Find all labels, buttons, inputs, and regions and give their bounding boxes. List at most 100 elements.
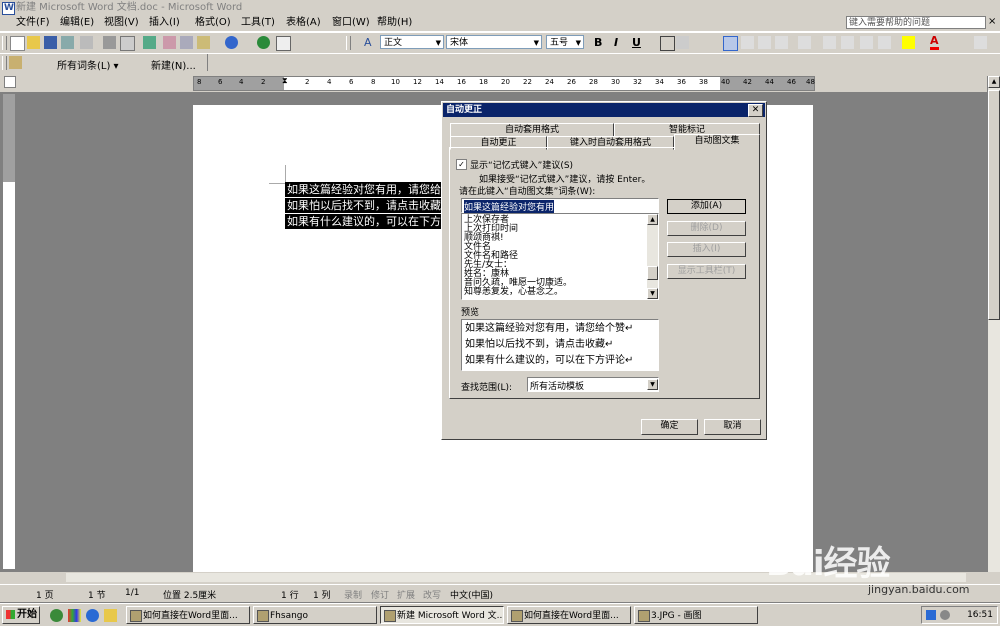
scroll-up-icon[interactable]: ▲ [647,214,658,225]
phonetic-guide-icon[interactable] [956,36,969,49]
menu-view[interactable]: 视图(V) [102,16,141,30]
numbering-icon[interactable] [823,36,836,49]
menu-tools[interactable]: 工具(T) [239,16,277,30]
status-extend[interactable]: 扩展 [397,588,415,601]
highlight-icon[interactable] [902,36,915,49]
horizontal-ruler[interactable]: 8 6 4 2 ⧗ 2 4 6 8 10 12 14 16 18 20 22 2… [193,76,815,91]
dialog-close-icon[interactable]: ✕ [748,104,763,117]
align-right-icon[interactable] [758,36,771,49]
view-buttons[interactable] [2,573,50,583]
email-icon[interactable] [80,36,93,49]
bold-button[interactable]: B [594,35,602,51]
tab-selector-icon[interactable] [4,76,16,88]
scrollbar-thumb[interactable] [988,90,1000,320]
delete-button[interactable]: 删除(D) [667,221,746,236]
scrollbar-thumb[interactable] [647,266,658,280]
char-scale-icon[interactable] [694,36,707,49]
all-entries-button[interactable]: 所有词条(L) ▾ [57,57,119,72]
close-document-icon[interactable]: × [988,16,996,27]
scroll-down-icon[interactable]: ▼ [647,288,658,299]
chevron-down-icon[interactable]: ▼ [647,379,658,390]
taskbar-item[interactable]: Fhsango [253,606,377,624]
status-track[interactable]: 修订 [371,588,389,601]
list-item[interactable]: 知尊恙复发，心甚念之。 [464,288,563,297]
help-question-input[interactable]: 键入需要帮助的问题 [846,16,986,29]
autotext-icon[interactable] [9,56,22,69]
taskbar-item[interactable]: 如何直接在Word里面... [507,606,631,624]
list-scrollbar[interactable]: ▲ ▼ [647,214,658,299]
menu-format[interactable]: 格式(O) [193,16,233,30]
new-document-icon[interactable] [10,36,25,51]
autotext-entry-input[interactable]: 如果这篇经验对您有用 [461,198,659,213]
paste-icon[interactable] [197,36,210,49]
decrease-indent-icon[interactable] [860,36,873,49]
taskbar-item-active[interactable]: 新建 Microsoft Word 文... [380,606,504,624]
menu-insert[interactable]: 插入(I) [147,16,182,30]
align-left-icon[interactable] [723,36,738,51]
quicklaunch-desktop-icon[interactable] [104,609,117,622]
volume-tray-icon[interactable] [940,610,950,620]
undo-icon[interactable] [225,36,238,49]
font-size-select[interactable]: 五号 ▼ [546,35,584,49]
print-icon[interactable] [103,36,116,49]
enclose-char-icon[interactable] [974,36,987,49]
quicklaunch-ie-icon[interactable] [86,609,99,622]
network-tray-icon[interactable] [926,610,936,620]
italic-button[interactable]: I [614,35,618,51]
menu-table[interactable]: 表格(A) [284,16,323,30]
cancel-button[interactable]: 取消 [704,419,761,435]
vertical-scrollbar[interactable]: ▲ [987,76,1000,576]
border-icon[interactable] [660,36,675,51]
cut-icon[interactable] [163,36,176,49]
menu-help[interactable]: 帮助(H) [375,16,414,30]
system-clock[interactable]: 16:51 [921,606,998,624]
justify-icon[interactable] [775,36,788,49]
menu-file[interactable]: 文件(F) [14,16,52,30]
scope-select[interactable]: 所有活动模板 ▼ [527,377,659,392]
font-select[interactable]: 宋体 ▼ [446,35,542,49]
line-spacing-icon[interactable] [798,36,811,49]
copy-icon[interactable] [180,36,193,49]
show-suggestion-checkbox[interactable]: ✓ [456,159,467,170]
save-icon[interactable] [44,36,57,49]
ok-button[interactable]: 确定 [641,419,698,435]
vertical-ruler[interactable] [2,93,16,570]
char-shading-icon[interactable] [676,36,689,49]
menu-window[interactable]: 窗口(W) [330,16,372,30]
align-center-icon[interactable] [741,36,754,49]
document-line[interactable]: 如果有什么建议的，可以在下方评论 [285,214,443,229]
quicklaunch-windows-icon[interactable] [68,609,81,622]
document-line[interactable]: 如果怕以后找不到，请点击收藏 [285,198,443,213]
spelling-icon[interactable] [143,36,156,49]
autotext-entry-list[interactable]: 上次保存者 上次打印时间 顺颂商祺! 文件名 文件名和路径 先生/女士： 姓名：… [461,213,659,300]
toolbar-grip[interactable] [2,36,7,50]
new-entry-button[interactable]: 新建(N)... [151,57,196,72]
quicklaunch-browser-icon[interactable] [50,609,63,622]
status-overtype[interactable]: 改写 [423,588,441,601]
insert-button[interactable]: 插入(I) [667,242,746,257]
show-toolbar-button[interactable]: 显示工具栏(T) [667,264,746,279]
font-color-button[interactable]: A [930,35,939,50]
start-button[interactable]: 开始 [2,606,40,624]
increase-indent-icon[interactable] [878,36,891,49]
indent-marker-icon[interactable]: ⧗ [282,76,288,86]
tab-autotext[interactable]: 自动图文集 [674,134,760,150]
toolbar-grip[interactable] [2,56,7,70]
table-icon[interactable] [276,36,291,51]
add-button[interactable]: 添加(A) [667,199,746,214]
style-select[interactable]: 正文 ▼ [380,35,444,49]
permission-icon[interactable] [61,36,74,49]
styles-icon[interactable]: A [364,36,377,49]
menu-edit[interactable]: 编辑(E) [58,16,96,30]
print-preview-icon[interactable] [120,36,135,51]
underline-button[interactable]: U [632,35,641,51]
taskbar-item[interactable]: 如何直接在Word里面... [126,606,250,624]
scroll-up-icon[interactable]: ▲ [988,76,1000,88]
hyperlink-icon[interactable] [257,36,270,49]
tab-autoformat[interactable]: 自动套用格式 [450,123,614,137]
taskbar-item[interactable]: 3.JPG - 画图 [634,606,758,624]
bullets-icon[interactable] [841,36,854,49]
open-folder-icon[interactable] [27,36,40,49]
status-record[interactable]: 录制 [344,588,362,601]
document-line[interactable]: 如果这篇经验对您有用，请您给个赞 [285,182,443,197]
